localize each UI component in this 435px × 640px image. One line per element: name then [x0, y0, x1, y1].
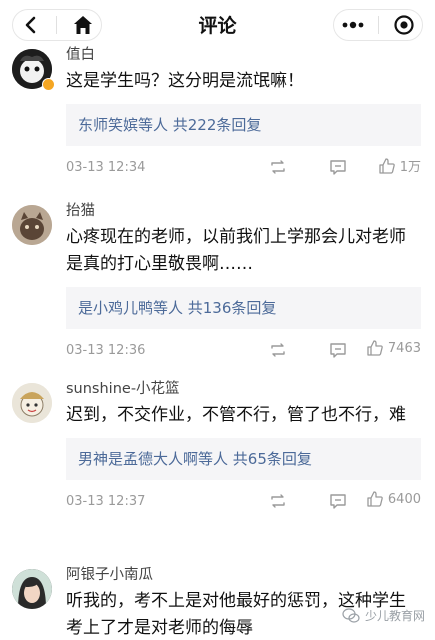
user-name[interactable]: 值白 — [66, 44, 421, 66]
thumbs-up-icon — [366, 490, 384, 508]
reply-summary-link[interactable]: 男神是孟德大人啊等人 共65条回复 — [66, 438, 421, 480]
nav-left-capsule — [12, 9, 102, 41]
repost-icon[interactable] — [269, 341, 287, 363]
comment-item: 值白 这是学生吗？这分明是流氓嘛！ 东师笑嫔等人 共222条回复 03-13 1… — [0, 44, 435, 175]
repost-icon[interactable] — [269, 492, 287, 514]
thumbs-up-icon — [366, 339, 384, 357]
nav-divider — [378, 16, 380, 34]
home-icon[interactable] — [72, 14, 94, 36]
comment-item: 抬猫 心疼现在的老师，以前我们上学那会儿对老师是真的打心里敬畏啊…… 是小鸡儿鸭… — [0, 174, 435, 364]
comment-list: 值白 这是学生吗？这分明是流氓嘛！ 东师笑嫔等人 共222条回复 03-13 1… — [0, 44, 435, 640]
reply-summary-link[interactable]: 是小鸡儿鸭等人 共136条回复 — [66, 287, 421, 329]
like-button[interactable]: 1万 — [378, 156, 421, 175]
like-count: 7463 — [387, 340, 421, 356]
user-name[interactable]: 阿银子小南瓜 — [66, 564, 421, 586]
comment-meta: 03-13 12:37 6400 — [66, 480, 421, 522]
avatar[interactable] — [12, 383, 52, 423]
watermark-text: 少儿教育网 — [364, 609, 425, 623]
watermark: 少儿教育网 — [342, 607, 425, 624]
user-name[interactable]: 抬猫 — [66, 200, 421, 222]
comment-text: 这是学生吗？这分明是流氓嘛！ — [66, 71, 304, 91]
comment-icon[interactable] — [329, 341, 347, 363]
more-dots-icon[interactable] — [341, 20, 365, 30]
like-count: 1万 — [399, 160, 421, 175]
comment-item: 阿银子小南瓜 听我的，考不上是对他最好的惩罚，这种学生考上了才是对老师的侮辱 — [0, 550, 435, 640]
avatar[interactable] — [12, 569, 52, 609]
verified-badge-icon — [42, 78, 55, 91]
watermark-logo-icon — [342, 607, 360, 624]
top-nav-bar: 评论 — [0, 0, 435, 50]
user-name[interactable]: sunshine-小花篮 — [66, 378, 421, 400]
comment-time: 03-13 12:34 — [66, 159, 146, 175]
comment-text: 迟到，不交作业，不管不行，管了也不行，难 — [66, 405, 406, 425]
like-button[interactable]: 6400 — [366, 490, 421, 508]
comment-item: sunshine-小花篮 迟到，不交作业，不管不行，管了也不行，难 男神是孟德大… — [0, 364, 435, 550]
comment-icon[interactable] — [329, 492, 347, 514]
target-icon[interactable] — [393, 14, 415, 36]
avatar[interactable] — [12, 205, 52, 245]
thumbs-up-icon — [378, 157, 396, 175]
reply-summary-link[interactable]: 东师笑嫔等人 共222条回复 — [66, 104, 421, 146]
comment-text: 心疼现在的老师，以前我们上学那会儿对老师是真的打心里敬畏啊…… — [66, 227, 406, 274]
like-count: 6400 — [387, 491, 421, 507]
chevron-left-icon[interactable] — [21, 15, 41, 35]
nav-divider — [55, 16, 57, 34]
like-button[interactable]: 7463 — [366, 339, 421, 357]
nav-right-capsule — [333, 9, 423, 41]
